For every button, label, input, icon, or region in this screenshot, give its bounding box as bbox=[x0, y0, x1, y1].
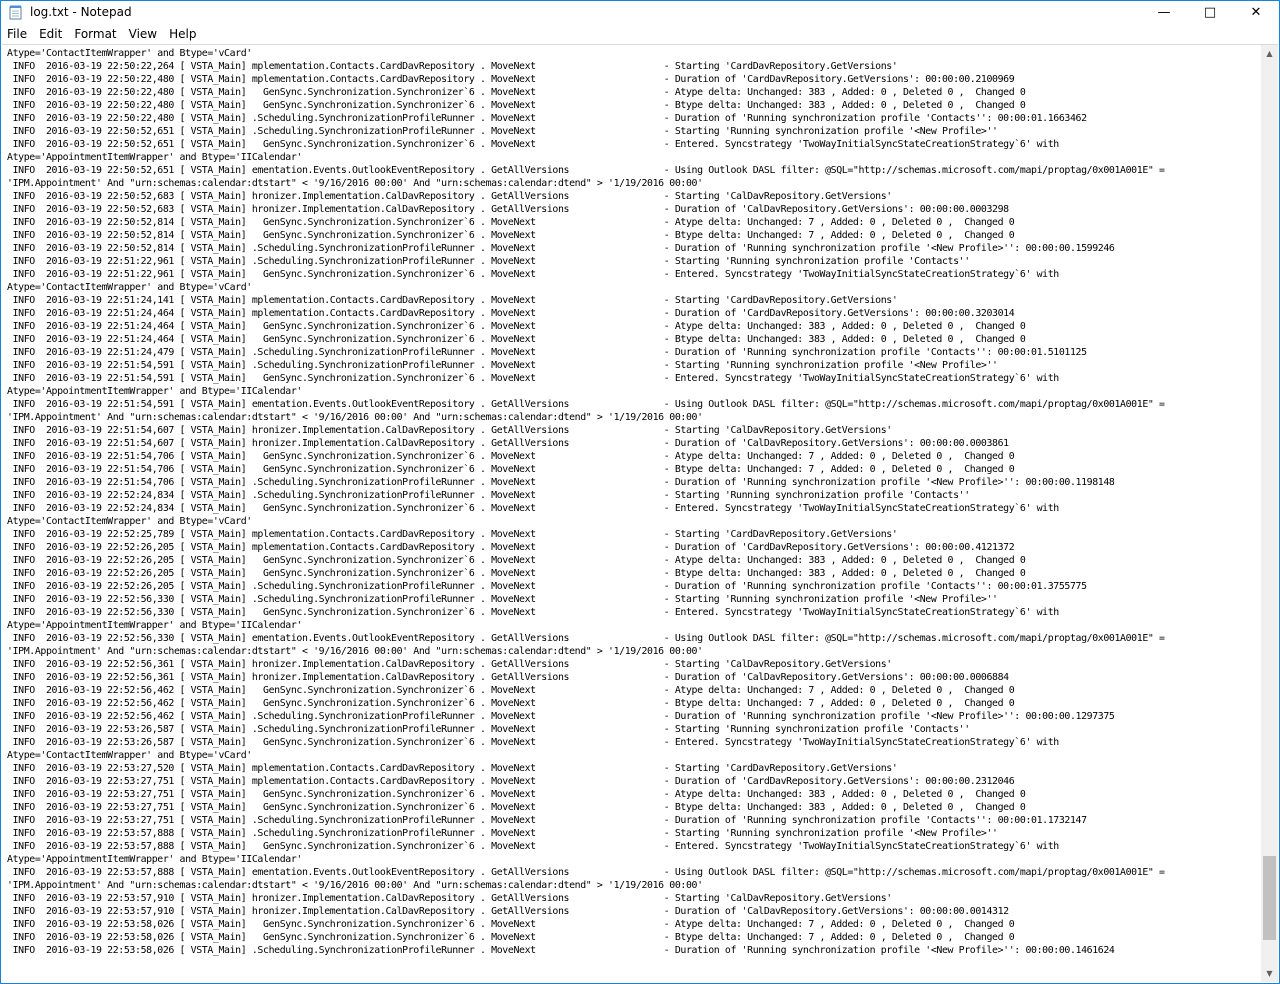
window-title: log.txt - Notepad bbox=[30, 5, 132, 19]
text-line: INFO 2016-03-19 22:52:56,462 [ VSTA_Main… bbox=[7, 685, 1015, 696]
vertical-scrollbar[interactable]: ▲ ▼ bbox=[1261, 45, 1278, 982]
text-line: INFO 2016-03-19 22:51:22,961 [ VSTA_Main… bbox=[7, 256, 971, 267]
text-line: INFO 2016-03-19 22:53:57,910 [ VSTA_Main… bbox=[7, 906, 1010, 917]
text-line: INFO 2016-03-19 22:50:52,814 [ VSTA_Main… bbox=[7, 217, 1015, 228]
text-content[interactable]: Atype='ContactItemWrapper' and Btype='vC… bbox=[7, 47, 1260, 982]
text-line: INFO 2016-03-19 22:50:52,651 [ VSTA_Main… bbox=[7, 126, 998, 137]
text-line: INFO 2016-03-19 22:52:26,205 [ VSTA_Main… bbox=[7, 542, 1015, 553]
minimize-button[interactable]: — bbox=[1141, 1, 1187, 24]
menu-edit[interactable]: Edit bbox=[33, 24, 68, 44]
text-line: INFO 2016-03-19 22:53:57,888 [ VSTA_Main… bbox=[7, 828, 998, 839]
maximize-button[interactable]: □ bbox=[1187, 1, 1233, 24]
text-editor[interactable]: Atype='ContactItemWrapper' and Btype='vC… bbox=[2, 44, 1278, 982]
text-line: INFO 2016-03-19 22:52:56,361 [ VSTA_Main… bbox=[7, 659, 893, 670]
menu-format[interactable]: Format bbox=[68, 24, 122, 44]
scroll-up-arrow-icon: ▲ bbox=[1266, 49, 1273, 58]
minimize-icon: — bbox=[1157, 5, 1171, 20]
text-line: INFO 2016-03-19 22:51:24,464 [ VSTA_Main… bbox=[7, 308, 1015, 319]
text-line: INFO 2016-03-19 22:52:56,330 [ VSTA_Main… bbox=[7, 633, 1165, 644]
notepad-window: log.txt - Notepad — □ ✕ File Edit Format… bbox=[0, 0, 1280, 984]
text-line: INFO 2016-03-19 22:50:52,683 [ VSTA_Main… bbox=[7, 204, 1010, 215]
text-line: Atype='AppointmentItemWrapper' and Btype… bbox=[7, 620, 302, 631]
text-line: INFO 2016-03-19 22:50:52,651 [ VSTA_Main… bbox=[7, 139, 1060, 150]
notepad-icon[interactable] bbox=[8, 5, 22, 21]
text-line: INFO 2016-03-19 22:50:22,264 [ VSTA_Main… bbox=[7, 61, 898, 72]
text-line: INFO 2016-03-19 22:52:24,834 [ VSTA_Main… bbox=[7, 490, 971, 501]
text-line: INFO 2016-03-19 22:51:54,591 [ VSTA_Main… bbox=[7, 399, 1165, 410]
text-line: Atype='ContactItemWrapper' and Btype='vC… bbox=[7, 750, 252, 761]
text-line: INFO 2016-03-19 22:53:58,026 [ VSTA_Main… bbox=[7, 919, 1015, 930]
text-line: INFO 2016-03-19 22:50:52,814 [ VSTA_Main… bbox=[7, 230, 1015, 241]
text-line: INFO 2016-03-19 22:52:56,361 [ VSTA_Main… bbox=[7, 672, 1010, 683]
text-line: INFO 2016-03-19 22:51:22,961 [ VSTA_Main… bbox=[7, 269, 1060, 280]
text-line: INFO 2016-03-19 22:51:54,706 [ VSTA_Main… bbox=[7, 477, 1115, 488]
text-line: INFO 2016-03-19 22:52:56,462 [ VSTA_Main… bbox=[7, 711, 1115, 722]
text-line: INFO 2016-03-19 22:53:27,520 [ VSTA_Main… bbox=[7, 763, 898, 774]
scroll-down-arrow-icon: ▼ bbox=[1266, 969, 1273, 978]
text-line: Atype='ContactItemWrapper' and Btype='vC… bbox=[7, 48, 252, 59]
text-line: INFO 2016-03-19 22:52:26,205 [ VSTA_Main… bbox=[7, 581, 1087, 592]
text-line: INFO 2016-03-19 22:53:57,888 [ VSTA_Main… bbox=[7, 841, 1060, 852]
text-line: INFO 2016-03-19 22:52:56,330 [ VSTA_Main… bbox=[7, 594, 998, 605]
scroll-thumb[interactable] bbox=[1263, 856, 1276, 941]
text-line: INFO 2016-03-19 22:53:27,751 [ VSTA_Main… bbox=[7, 789, 1026, 800]
menu-file[interactable]: File bbox=[1, 24, 33, 44]
text-line: Atype='AppointmentItemWrapper' and Btype… bbox=[7, 854, 302, 865]
text-line: INFO 2016-03-19 22:51:54,706 [ VSTA_Main… bbox=[7, 451, 1015, 462]
menu-view[interactable]: View bbox=[123, 24, 163, 44]
text-line: INFO 2016-03-19 22:53:57,888 [ VSTA_Main… bbox=[7, 867, 1165, 878]
text-line: 'IPM.Appointment' And "urn:schemas:calen… bbox=[7, 178, 703, 189]
title-bar[interactable]: log.txt - Notepad — □ ✕ bbox=[1, 1, 1279, 24]
text-line: INFO 2016-03-19 22:51:54,706 [ VSTA_Main… bbox=[7, 464, 1015, 475]
text-line: INFO 2016-03-19 22:50:22,480 [ VSTA_Main… bbox=[7, 87, 1026, 98]
text-line: Atype='ContactItemWrapper' and Btype='vC… bbox=[7, 516, 252, 527]
text-line: INFO 2016-03-19 22:52:26,205 [ VSTA_Main… bbox=[7, 555, 1026, 566]
text-line: INFO 2016-03-19 22:53:27,751 [ VSTA_Main… bbox=[7, 802, 1026, 813]
text-line: INFO 2016-03-19 22:53:26,587 [ VSTA_Main… bbox=[7, 724, 971, 735]
text-line: INFO 2016-03-19 22:53:26,587 [ VSTA_Main… bbox=[7, 737, 1060, 748]
text-line: INFO 2016-03-19 22:51:54,607 [ VSTA_Main… bbox=[7, 438, 1010, 449]
scroll-up-button[interactable]: ▲ bbox=[1261, 45, 1278, 62]
text-line: 'IPM.Appointment' And "urn:schemas:calen… bbox=[7, 880, 703, 891]
text-line: INFO 2016-03-19 22:50:22,480 [ VSTA_Main… bbox=[7, 74, 1015, 85]
maximize-icon: □ bbox=[1203, 5, 1217, 20]
text-line: INFO 2016-03-19 22:52:24,834 [ VSTA_Main… bbox=[7, 503, 1060, 514]
text-line: Atype='AppointmentItemWrapper' and Btype… bbox=[7, 152, 302, 163]
text-line: INFO 2016-03-19 22:51:54,591 [ VSTA_Main… bbox=[7, 373, 1060, 384]
scroll-down-button[interactable]: ▼ bbox=[1261, 965, 1278, 982]
text-line: INFO 2016-03-19 22:51:54,591 [ VSTA_Main… bbox=[7, 360, 998, 371]
text-line: INFO 2016-03-19 22:52:56,462 [ VSTA_Main… bbox=[7, 698, 1015, 709]
text-line: INFO 2016-03-19 22:51:24,464 [ VSTA_Main… bbox=[7, 334, 1026, 345]
text-line: INFO 2016-03-19 22:53:27,751 [ VSTA_Main… bbox=[7, 776, 1015, 787]
text-line: INFO 2016-03-19 22:53:58,026 [ VSTA_Main… bbox=[7, 932, 1015, 943]
text-line: INFO 2016-03-19 22:52:26,205 [ VSTA_Main… bbox=[7, 568, 1026, 579]
text-line: INFO 2016-03-19 22:51:54,607 [ VSTA_Main… bbox=[7, 425, 893, 436]
text-line: INFO 2016-03-19 22:50:52,683 [ VSTA_Main… bbox=[7, 191, 893, 202]
close-icon: ✕ bbox=[1250, 5, 1262, 20]
text-line: Atype='AppointmentItemWrapper' and Btype… bbox=[7, 386, 302, 397]
text-line: INFO 2016-03-19 22:50:22,480 [ VSTA_Main… bbox=[7, 100, 1026, 111]
text-line: INFO 2016-03-19 22:51:24,141 [ VSTA_Main… bbox=[7, 295, 898, 306]
text-line: INFO 2016-03-19 22:51:24,479 [ VSTA_Main… bbox=[7, 347, 1087, 358]
text-line: 'IPM.Appointment' And "urn:schemas:calen… bbox=[7, 646, 703, 657]
text-line: INFO 2016-03-19 22:50:52,651 [ VSTA_Main… bbox=[7, 165, 1165, 176]
text-line: INFO 2016-03-19 22:51:24,464 [ VSTA_Main… bbox=[7, 321, 1026, 332]
text-line: INFO 2016-03-19 22:53:58,026 [ VSTA_Main… bbox=[7, 945, 1115, 956]
text-line: INFO 2016-03-19 22:52:56,330 [ VSTA_Main… bbox=[7, 607, 1060, 618]
text-line: INFO 2016-03-19 22:53:57,910 [ VSTA_Main… bbox=[7, 893, 893, 904]
text-line: INFO 2016-03-19 22:53:27,751 [ VSTA_Main… bbox=[7, 815, 1087, 826]
menu-bar: File Edit Format View Help bbox=[1, 24, 1279, 44]
menu-help[interactable]: Help bbox=[163, 24, 202, 44]
text-line: INFO 2016-03-19 22:50:22,480 [ VSTA_Main… bbox=[7, 113, 1087, 124]
text-line: 'IPM.Appointment' And "urn:schemas:calen… bbox=[7, 412, 703, 423]
text-line: INFO 2016-03-19 22:52:25,789 [ VSTA_Main… bbox=[7, 529, 898, 540]
text-line: Atype='ContactItemWrapper' and Btype='vC… bbox=[7, 282, 252, 293]
close-button[interactable]: ✕ bbox=[1233, 1, 1279, 24]
text-line: INFO 2016-03-19 22:50:52,814 [ VSTA_Main… bbox=[7, 243, 1115, 254]
